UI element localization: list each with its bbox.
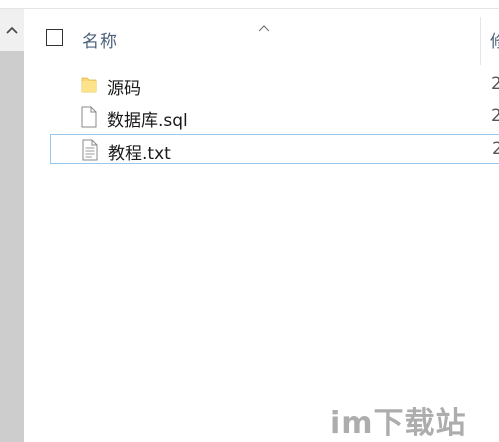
vertical-scrollbar[interactable]: [0, 9, 24, 442]
column-divider[interactable]: [480, 17, 481, 65]
text-file-icon: [81, 139, 99, 161]
watermark-logo: im下载站: [330, 406, 467, 441]
file-date: 2: [492, 139, 499, 159]
file-name: 源码: [107, 79, 141, 99]
column-header: 名称 修: [24, 9, 499, 65]
file-row-folder[interactable]: 源码 2: [50, 70, 499, 100]
chevron-up-icon: [6, 26, 18, 34]
file-date: 2: [491, 106, 499, 126]
file-name: 数据库.sql: [107, 111, 188, 131]
column-name-header[interactable]: 名称: [82, 27, 118, 52]
column-modified-header[interactable]: 修: [490, 27, 499, 52]
blank-file-icon: [80, 106, 98, 128]
sort-ascending-icon: [258, 17, 270, 32]
scroll-thumb[interactable]: [0, 51, 24, 442]
file-name: 教程.txt: [108, 144, 171, 164]
file-explorer-window: 名称 修 源码 2 数据库.sql 2 教程.txt 2 im下载站: [0, 0, 499, 442]
file-date: 2: [491, 74, 499, 94]
scroll-up-button[interactable]: [0, 9, 24, 51]
file-row-sql[interactable]: 数据库.sql 2: [50, 102, 499, 132]
folder-icon: [80, 74, 98, 96]
file-row-txt[interactable]: 教程.txt 2: [50, 134, 499, 164]
select-all-checkbox[interactable]: [46, 29, 63, 46]
